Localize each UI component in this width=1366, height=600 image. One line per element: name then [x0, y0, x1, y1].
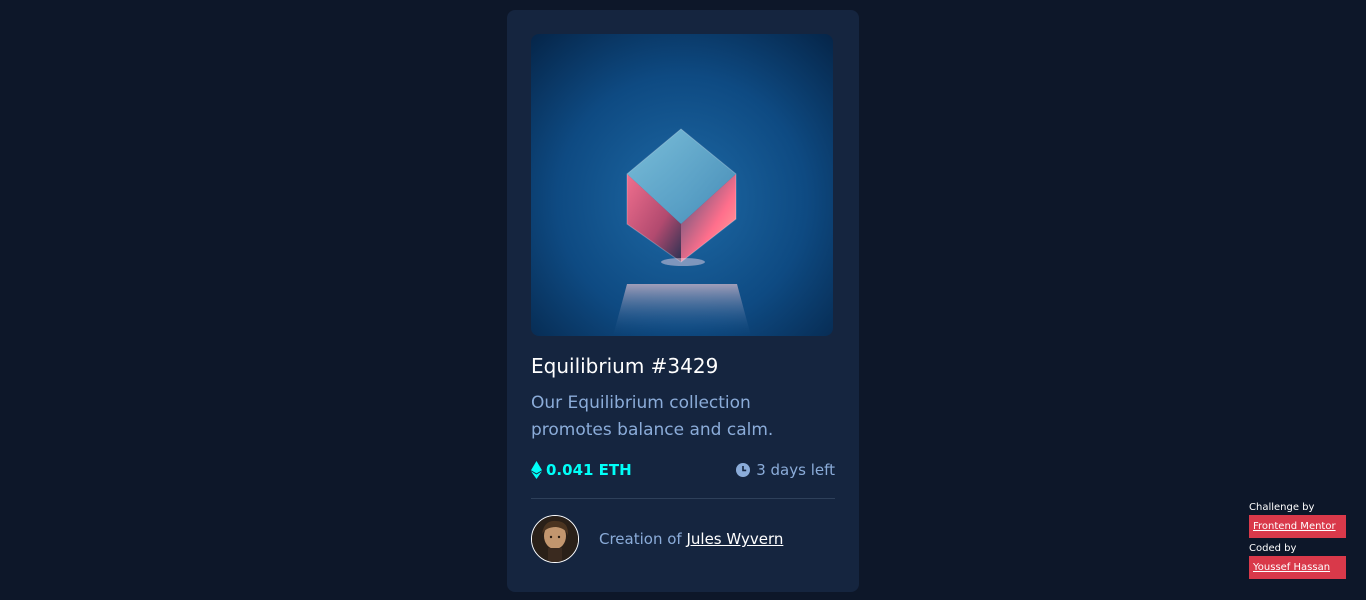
challenge-label: Challenge by	[1249, 502, 1315, 513]
ethereum-icon	[531, 461, 542, 479]
nft-title[interactable]: Equilibrium #3429	[531, 352, 835, 380]
creator-credit: Creation of Jules Wyvern	[599, 530, 783, 548]
equilibrium-cube-image	[531, 34, 833, 336]
nft-card: Equilibrium #3429 Our Equilibrium collec…	[507, 10, 859, 592]
creator-prefix: Creation of	[599, 530, 682, 548]
creator-link[interactable]: Jules Wyvern	[686, 530, 783, 548]
time-left: 3 days left	[736, 461, 835, 479]
clock-icon	[736, 463, 751, 477]
nft-meta-row: 0.041 ETH 3 days left	[531, 458, 835, 482]
attribution: Challenge by Frontend Mentor Coded by Yo…	[1249, 500, 1349, 583]
price: 0.041 ETH	[531, 461, 632, 479]
author-link[interactable]: Youssef Hassan	[1249, 556, 1346, 579]
creator-row: Creation of Jules Wyvern	[531, 515, 835, 563]
divider	[531, 498, 835, 499]
nft-hero-image[interactable]	[531, 34, 833, 336]
avatar	[531, 515, 579, 563]
price-value: 0.041 ETH	[546, 461, 632, 479]
time-left-label: 3 days left	[756, 461, 835, 479]
frontend-mentor-link[interactable]: Frontend Mentor	[1249, 515, 1346, 538]
nft-description: Our Equilibrium collection promotes bala…	[531, 393, 774, 440]
coded-by-label: Coded by	[1249, 543, 1297, 554]
